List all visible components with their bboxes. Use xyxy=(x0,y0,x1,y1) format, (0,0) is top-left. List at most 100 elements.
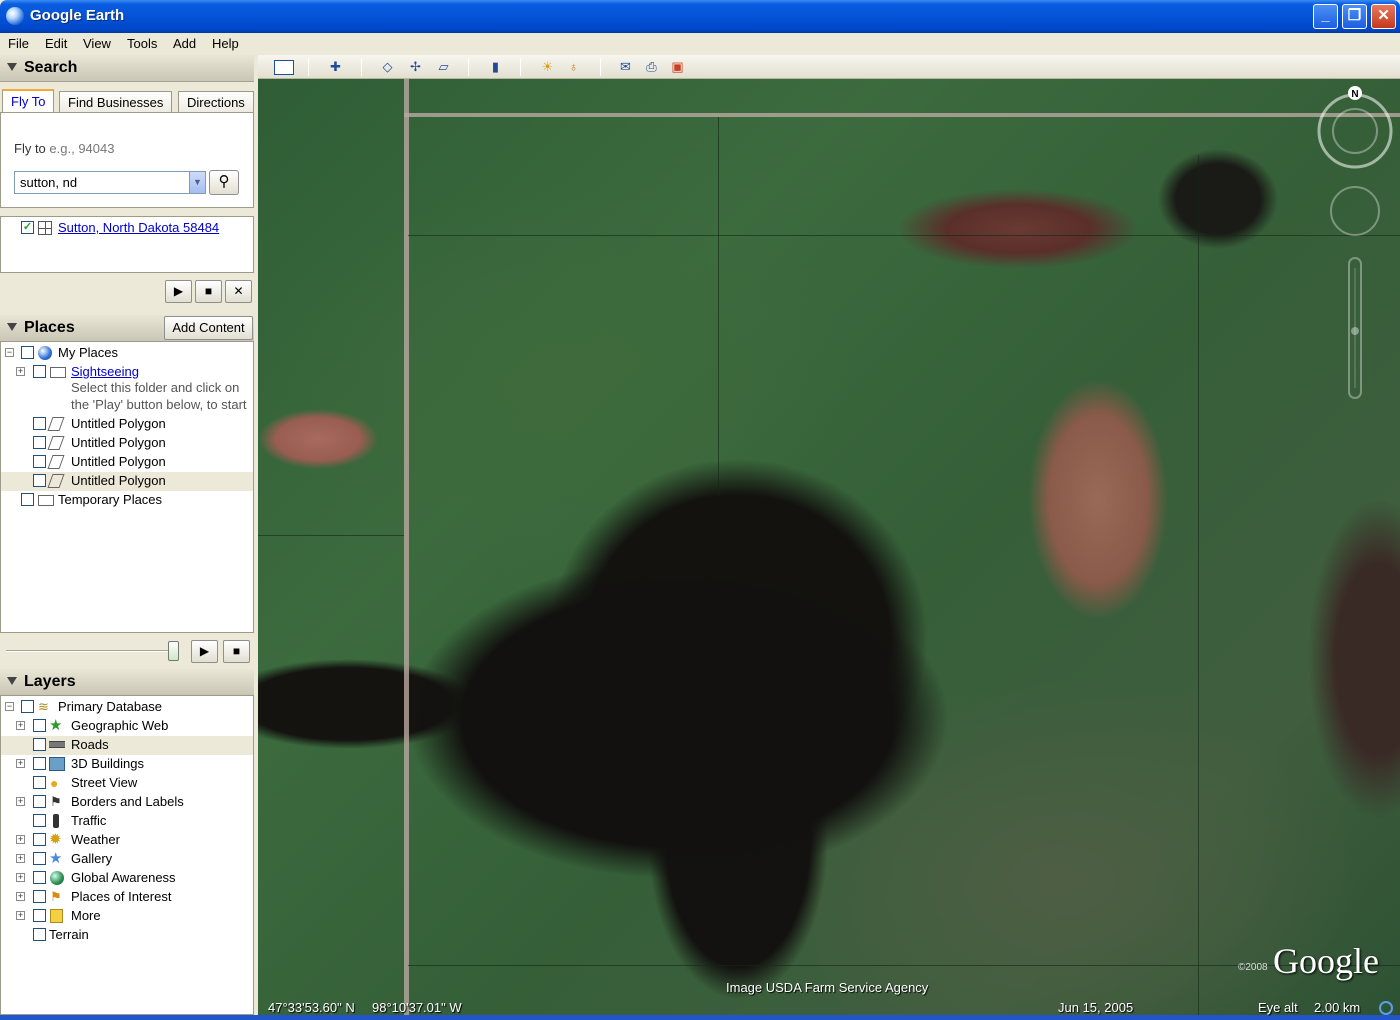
expand-icon[interactable]: + xyxy=(16,721,25,730)
menu-edit[interactable]: Edit xyxy=(45,36,67,51)
checkbox[interactable] xyxy=(33,474,46,487)
minimize-button[interactable]: _ xyxy=(1313,4,1338,29)
tree-item-polygon[interactable]: Untitled Polygon xyxy=(1,453,253,472)
look-joystick[interactable] xyxy=(1332,108,1378,154)
tree-item-polygon-selected[interactable]: Untitled Polygon xyxy=(1,472,253,491)
checkbox[interactable] xyxy=(33,852,46,865)
layer-label: Geographic Web xyxy=(71,718,169,733)
expand-icon[interactable]: + xyxy=(16,759,25,768)
sunlight-icon[interactable]: ☀ xyxy=(538,58,557,76)
checkbox[interactable] xyxy=(33,776,46,789)
collapse-triangle-icon[interactable] xyxy=(7,677,17,685)
maximize-button[interactable]: ❐ xyxy=(1342,4,1367,29)
layer-more[interactable]: + More xyxy=(1,907,253,926)
satellite-imagery[interactable] xyxy=(258,79,1400,1018)
collapse-triangle-icon[interactable] xyxy=(7,63,17,71)
google-maps-icon[interactable]: ▣ xyxy=(668,58,687,76)
collapse-icon[interactable]: − xyxy=(5,348,14,357)
checkbox[interactable] xyxy=(33,417,46,430)
play-button[interactable]: ▶ xyxy=(165,280,192,303)
layers-panel-header[interactable]: Layers xyxy=(0,669,254,696)
fly-to-input[interactable]: sutton, nd xyxy=(14,171,206,194)
checkbox[interactable] xyxy=(33,455,46,468)
zoom-slider-thumb[interactable] xyxy=(1351,327,1359,335)
stop-button[interactable]: ■ xyxy=(195,280,222,303)
layer-borders-labels[interactable]: + ⚑ Borders and Labels xyxy=(1,793,253,812)
layer-global-awareness[interactable]: + Global Awareness xyxy=(1,869,253,888)
layer-terrain[interactable]: Terrain xyxy=(1,926,253,945)
chevron-down-icon[interactable]: ▼ xyxy=(189,172,205,193)
expand-icon[interactable]: + xyxy=(16,892,25,901)
result-link[interactable]: Sutton, North Dakota 58484 xyxy=(58,220,219,235)
tour-play-button[interactable]: ▶ xyxy=(191,640,218,663)
checkbox[interactable] xyxy=(33,890,46,903)
checkbox[interactable] xyxy=(21,700,34,713)
checkbox[interactable] xyxy=(21,493,34,506)
search-button[interactable]: ⚲ xyxy=(209,170,239,195)
layer-primary-database[interactable]: − ≋ Primary Database xyxy=(1,698,253,717)
checkbox[interactable] xyxy=(33,436,46,449)
checkbox[interactable] xyxy=(33,928,46,941)
collapse-icon[interactable]: − xyxy=(5,702,14,711)
menu-view[interactable]: View xyxy=(83,36,111,51)
checkbox[interactable] xyxy=(33,871,46,884)
layer-street-view[interactable]: ● Street View xyxy=(1,774,253,793)
layer-3d-buildings[interactable]: + 3D Buildings xyxy=(1,755,253,774)
add-content-button[interactable]: Add Content xyxy=(164,316,253,340)
menu-help[interactable]: Help xyxy=(212,36,239,51)
search-panel-header[interactable]: Search xyxy=(0,55,254,82)
result-checkbox[interactable]: ✓ xyxy=(21,221,34,234)
move-joystick[interactable] xyxy=(1330,186,1380,236)
expand-icon[interactable]: + xyxy=(16,854,25,863)
map-view[interactable]: N Image USDA Farm Service Agency Google … xyxy=(258,55,1400,1018)
tree-item-polygon[interactable]: Untitled Polygon xyxy=(1,434,253,453)
menu-file[interactable]: File xyxy=(8,36,29,51)
building-icon xyxy=(49,757,65,771)
planet-icon[interactable]: ♁ xyxy=(564,58,583,76)
checkbox[interactable] xyxy=(33,814,46,827)
clear-button[interactable]: ✕ xyxy=(225,280,252,303)
tree-item-temporary-places[interactable]: Temporary Places xyxy=(1,491,253,510)
tour-slider-track[interactable] xyxy=(6,650,176,652)
print-icon[interactable]: ⎙ xyxy=(642,58,661,76)
checkbox[interactable] xyxy=(33,757,46,770)
checkbox[interactable] xyxy=(33,909,46,922)
layer-traffic[interactable]: Traffic xyxy=(1,812,253,831)
layer-geographic-web[interactable]: + ★ Geographic Web xyxy=(1,717,253,736)
tour-stop-button[interactable]: ■ xyxy=(223,640,250,663)
checkbox[interactable] xyxy=(33,719,46,732)
path-tool-icon[interactable]: ✢ xyxy=(406,58,425,76)
placemark-icon[interactable]: ✚ xyxy=(326,58,345,76)
layer-gallery[interactable]: + ★ Gallery xyxy=(1,850,253,869)
navigation-controls[interactable]: N xyxy=(1313,83,1398,433)
polygon-tool-icon[interactable]: ◇ xyxy=(378,58,397,76)
expand-icon[interactable]: + xyxy=(16,911,25,920)
expand-icon[interactable]: + xyxy=(16,367,25,376)
expand-icon[interactable]: + xyxy=(16,873,25,882)
checkbox[interactable] xyxy=(33,795,46,808)
expand-icon[interactable]: + xyxy=(16,835,25,844)
tree-item-polygon[interactable]: Untitled Polygon xyxy=(1,415,253,434)
menu-tools[interactable]: Tools xyxy=(127,36,157,51)
layer-roads[interactable]: Roads xyxy=(1,736,253,755)
ruler-icon[interactable]: ▮ xyxy=(486,58,505,76)
layer-places-of-interest[interactable]: + ⚑ Places of Interest xyxy=(1,888,253,907)
checkbox[interactable] xyxy=(33,365,46,378)
layer-weather[interactable]: + ✹ Weather xyxy=(1,831,253,850)
checkbox[interactable] xyxy=(33,833,46,846)
tab-directions[interactable]: Directions xyxy=(178,91,254,113)
checkbox[interactable] xyxy=(21,346,34,359)
close-button[interactable]: ✕ xyxy=(1371,4,1396,29)
tab-fly-to[interactable]: Fly To xyxy=(2,89,55,113)
overlay-tool-icon[interactable]: ▱ xyxy=(434,58,453,76)
collapse-triangle-icon[interactable] xyxy=(7,323,17,331)
tree-item-my-places[interactable]: − My Places xyxy=(1,344,253,363)
tab-find-businesses[interactable]: Find Businesses xyxy=(59,91,173,113)
sidebar-toggle-icon[interactable] xyxy=(274,60,294,75)
tour-slider-thumb[interactable] xyxy=(168,641,179,661)
checkbox[interactable] xyxy=(33,738,46,751)
compass-ring[interactable] xyxy=(1317,93,1393,169)
menu-add[interactable]: Add xyxy=(173,36,196,51)
email-icon[interactable]: ✉ xyxy=(616,58,635,76)
expand-icon[interactable]: + xyxy=(16,797,25,806)
